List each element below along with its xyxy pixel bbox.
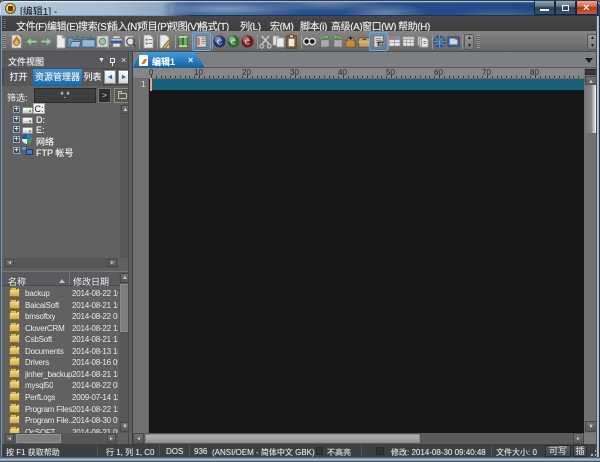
svg-text:C: C: [217, 37, 223, 46]
svg-text:C: C: [231, 37, 237, 46]
svg-text:ab: ab: [379, 42, 385, 47]
svg-text:C: C: [245, 37, 251, 46]
